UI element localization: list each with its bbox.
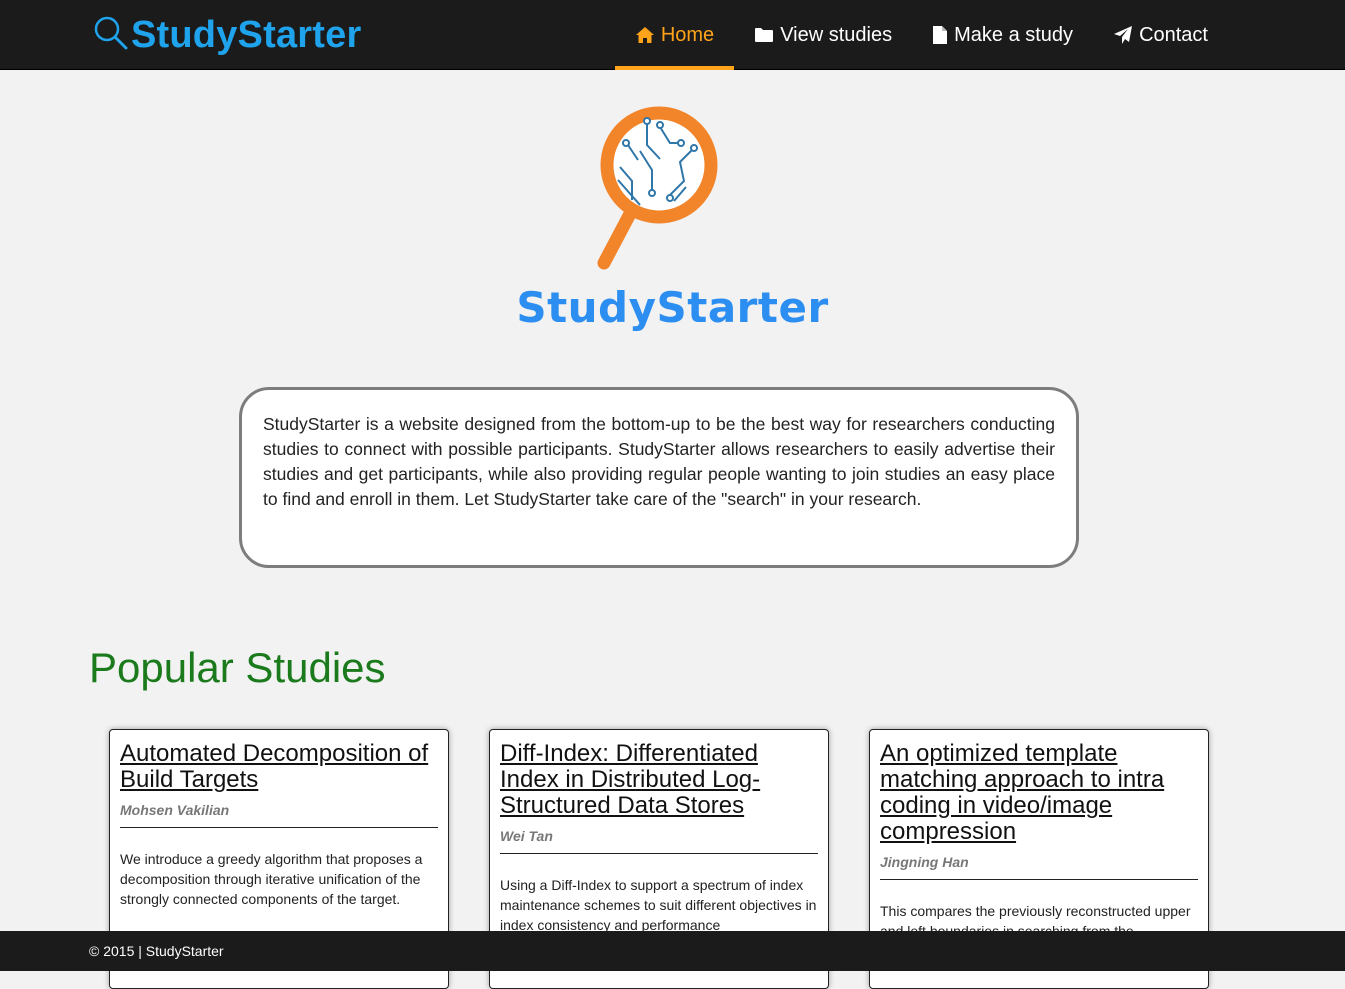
study-title-link[interactable]: Automated Decomposition of Build Targets bbox=[120, 741, 438, 793]
nav-make-study-label: Make a study bbox=[954, 23, 1074, 46]
nav-make-study[interactable]: Make a study bbox=[912, 0, 1093, 70]
divider bbox=[500, 853, 818, 854]
divider bbox=[880, 879, 1198, 880]
nav-contact-label: Contact bbox=[1139, 23, 1208, 46]
nav-home-label: Home bbox=[660, 23, 715, 46]
about-text: StudyStarter is a website designed from … bbox=[263, 414, 1055, 509]
footer-copyright: © 2015 | StudyStarter bbox=[89, 943, 224, 959]
navbar: StudyStarter Home View studies Make a st… bbox=[0, 0, 1345, 70]
about-box: StudyStarter is a website designed from … bbox=[239, 387, 1079, 568]
hero-title: StudyStarter bbox=[516, 283, 829, 332]
brand-link[interactable]: StudyStarter bbox=[93, 10, 361, 60]
study-title-link[interactable]: An optimized template matching approach … bbox=[880, 741, 1198, 845]
nav-contact[interactable]: Contact bbox=[1093, 0, 1228, 70]
study-author: Mohsen Vakilian bbox=[120, 802, 230, 818]
main-nav: Home View studies Make a study Contact bbox=[614, 0, 1228, 70]
popular-studies-heading: Popular Studies bbox=[89, 644, 386, 691]
paper-plane-icon bbox=[1113, 25, 1133, 45]
study-author: Wei Tan bbox=[500, 828, 553, 844]
nav-home[interactable]: Home bbox=[614, 0, 735, 70]
divider bbox=[120, 827, 438, 828]
document-icon bbox=[932, 25, 948, 45]
footer: © 2015 | StudyStarter bbox=[0, 931, 1345, 971]
folder-icon bbox=[754, 27, 774, 43]
study-author: Jingning Han bbox=[880, 854, 969, 870]
study-description: We introduce a greedy algorithm that pro… bbox=[120, 851, 423, 907]
home-icon bbox=[635, 26, 655, 44]
brand-name: StudyStarter bbox=[131, 13, 362, 56]
nav-view-studies-label: View studies bbox=[780, 23, 893, 46]
study-description: Using a Diff-Index to support a spectrum… bbox=[500, 877, 817, 933]
magnifier-icon bbox=[93, 15, 131, 56]
study-title-link[interactable]: Diff-Index: Differentiated Index in Dist… bbox=[500, 741, 818, 819]
nav-view-studies[interactable]: View studies bbox=[734, 0, 912, 70]
